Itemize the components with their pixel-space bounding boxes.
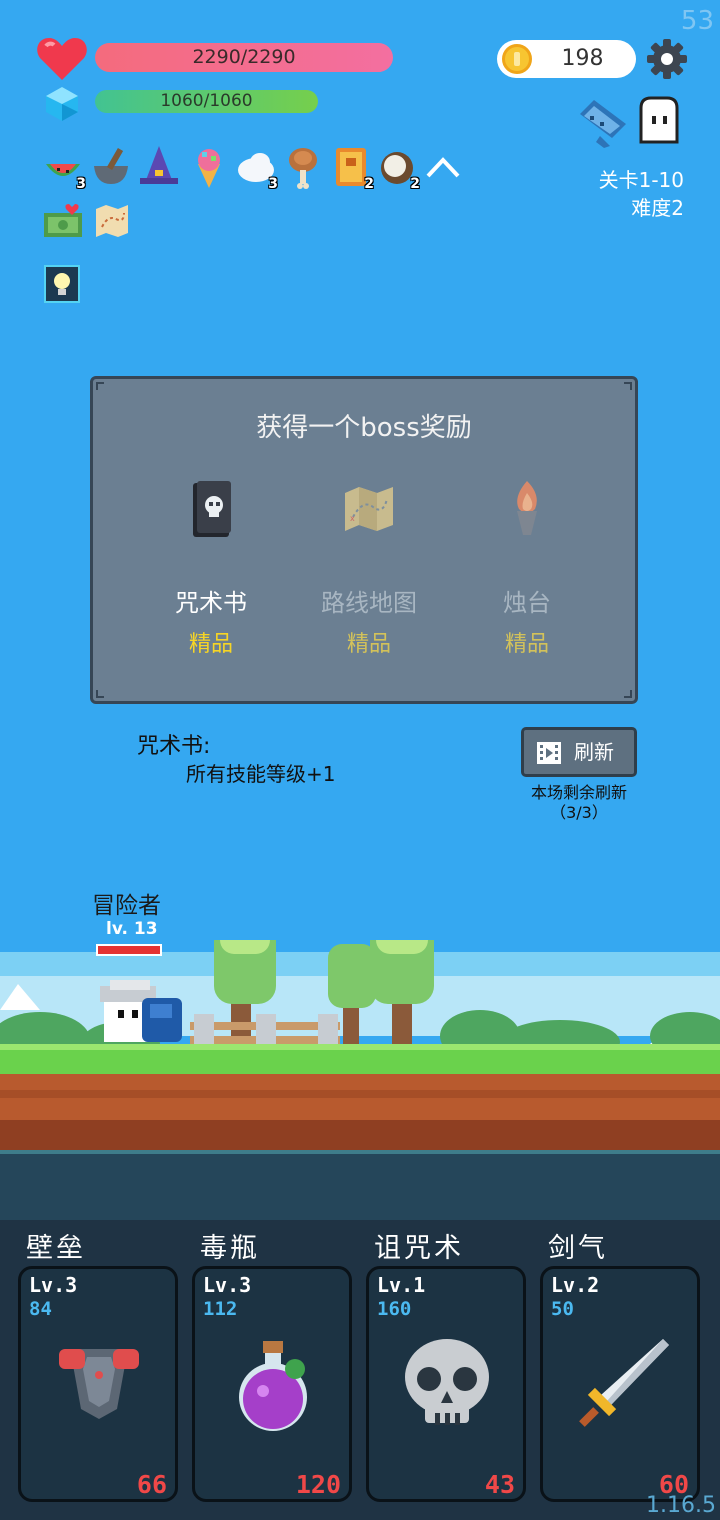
reward-name: 咒术书 bbox=[175, 589, 247, 617]
treasure-map-icon[interactable] bbox=[94, 203, 130, 239]
lightbulb-icon[interactable] bbox=[44, 265, 80, 303]
mp-bar: 1060/1060 bbox=[95, 90, 318, 113]
cloud-icon[interactable]: 3 bbox=[234, 144, 278, 192]
skill-card-sword[interactable]: Lv.2 50 60 bbox=[540, 1266, 700, 1502]
battle-scene bbox=[0, 940, 720, 1220]
pen-icon[interactable] bbox=[574, 96, 630, 148]
mortar-icon[interactable] bbox=[90, 144, 132, 190]
ice-cream-icon[interactable] bbox=[188, 144, 230, 190]
hp-bar: 2290/2290 bbox=[95, 43, 393, 72]
reward-choice-candlestick[interactable]: 烛台 精品 bbox=[457, 477, 597, 658]
reward-title: 获得一个boss奖励 bbox=[256, 413, 472, 443]
gear-icon[interactable] bbox=[646, 38, 688, 80]
reward-name: 烛台 bbox=[503, 589, 551, 617]
skull-book-icon bbox=[193, 481, 231, 537]
watermelon-icon[interactable]: 3 bbox=[42, 144, 86, 192]
coin-icon bbox=[502, 44, 532, 74]
refresh-remaining: 本场剩余刷新 （3/3） bbox=[520, 783, 638, 823]
heart-icon bbox=[37, 38, 87, 80]
poison-potion-icon bbox=[239, 1341, 307, 1431]
skill-cost: 112 bbox=[203, 1298, 238, 1320]
hero-hp-bar bbox=[96, 944, 162, 956]
skull-icon bbox=[405, 1339, 489, 1425]
skill-cost: 84 bbox=[29, 1298, 52, 1320]
chevron-up-icon[interactable] bbox=[424, 144, 462, 190]
refresh-count: （3/3） bbox=[550, 803, 608, 822]
stage-difficulty: 难度2 bbox=[631, 196, 684, 220]
reward-desc-body: 所有技能等级+1 bbox=[186, 762, 336, 786]
skill-card-barrier[interactable]: Lv.3 84 66 bbox=[18, 1266, 178, 1502]
skill-title: 壁垒 bbox=[26, 1233, 86, 1264]
skill-level: Lv.3 bbox=[203, 1273, 252, 1297]
boss-reward-panel: 获得一个boss奖励 咒术书 精品 x 路线地图 精品 烛台 精品 bbox=[90, 376, 638, 704]
fps-counter: 53 bbox=[680, 6, 714, 36]
reward-quality: 精品 bbox=[504, 632, 549, 657]
skill-card-poison[interactable]: Lv.3 112 120 bbox=[192, 1266, 352, 1502]
hero-level: lv. 13 bbox=[106, 919, 158, 939]
meat-icon[interactable] bbox=[282, 144, 324, 190]
hp-value: 2290/2290 bbox=[192, 46, 296, 68]
skill-level: Lv.3 bbox=[29, 1273, 78, 1297]
ghost-icon[interactable] bbox=[635, 96, 683, 146]
version-label: 1.16.5 bbox=[646, 1493, 716, 1518]
mana-gem-icon bbox=[46, 87, 78, 121]
item-bar: 3 3 2 2 bbox=[42, 144, 462, 194]
reward-name: 路线地图 bbox=[321, 589, 417, 617]
armor-icon bbox=[59, 1349, 139, 1419]
skill-power: 120 bbox=[295, 1470, 341, 1499]
reward-desc-title: 咒术书: bbox=[137, 734, 211, 759]
skill-power: 66 bbox=[136, 1470, 167, 1499]
coin-value: 198 bbox=[561, 46, 604, 71]
item-count: 3 bbox=[76, 176, 86, 192]
reward-choice-map[interactable]: x 路线地图 精品 bbox=[299, 477, 439, 658]
skill-card-curse[interactable]: Lv.1 160 43 bbox=[366, 1266, 526, 1502]
wizard-hat-icon[interactable] bbox=[138, 144, 180, 190]
book-icon[interactable]: 2 bbox=[330, 144, 374, 192]
sword-icon bbox=[579, 1339, 669, 1427]
refresh-note-text: 本场剩余刷新 bbox=[530, 783, 627, 802]
refresh-button[interactable]: 刷新 bbox=[521, 727, 637, 777]
skill-level: Lv.2 bbox=[551, 1273, 600, 1297]
item-count: 3 bbox=[268, 176, 278, 192]
stage-level: 关卡1-10 bbox=[598, 168, 684, 192]
item-count: 2 bbox=[410, 176, 420, 192]
svg-text:x: x bbox=[350, 514, 355, 523]
coin-counter: 198 bbox=[497, 40, 636, 78]
map-icon: x bbox=[345, 487, 393, 531]
skill-cost: 160 bbox=[377, 1298, 412, 1320]
candlestick-icon bbox=[517, 481, 537, 535]
coconut-icon[interactable]: 2 bbox=[376, 144, 420, 192]
mp-value: 1060/1060 bbox=[160, 91, 253, 111]
reward-choice-spellbook[interactable]: 咒术书 精品 bbox=[141, 477, 281, 658]
video-icon bbox=[537, 742, 561, 764]
stage-info: 关卡1-10 难度2 bbox=[599, 166, 684, 222]
skill-power: 43 bbox=[484, 1470, 515, 1499]
money-heart-icon[interactable] bbox=[42, 203, 84, 239]
reward-quality: 精品 bbox=[188, 632, 233, 657]
skill-level: Lv.1 bbox=[377, 1273, 426, 1297]
hero-name: 冒险者 bbox=[92, 893, 161, 919]
skill-title: 剑气 bbox=[548, 1233, 608, 1264]
hero-hp-fill bbox=[98, 946, 160, 954]
reward-quality: 精品 bbox=[346, 632, 391, 657]
item-count: 2 bbox=[364, 176, 374, 192]
refresh-label: 刷新 bbox=[574, 740, 614, 764]
skill-cost: 50 bbox=[551, 1298, 574, 1320]
skill-title: 诅咒术 bbox=[374, 1233, 464, 1264]
skill-title: 毒瓶 bbox=[200, 1233, 260, 1264]
